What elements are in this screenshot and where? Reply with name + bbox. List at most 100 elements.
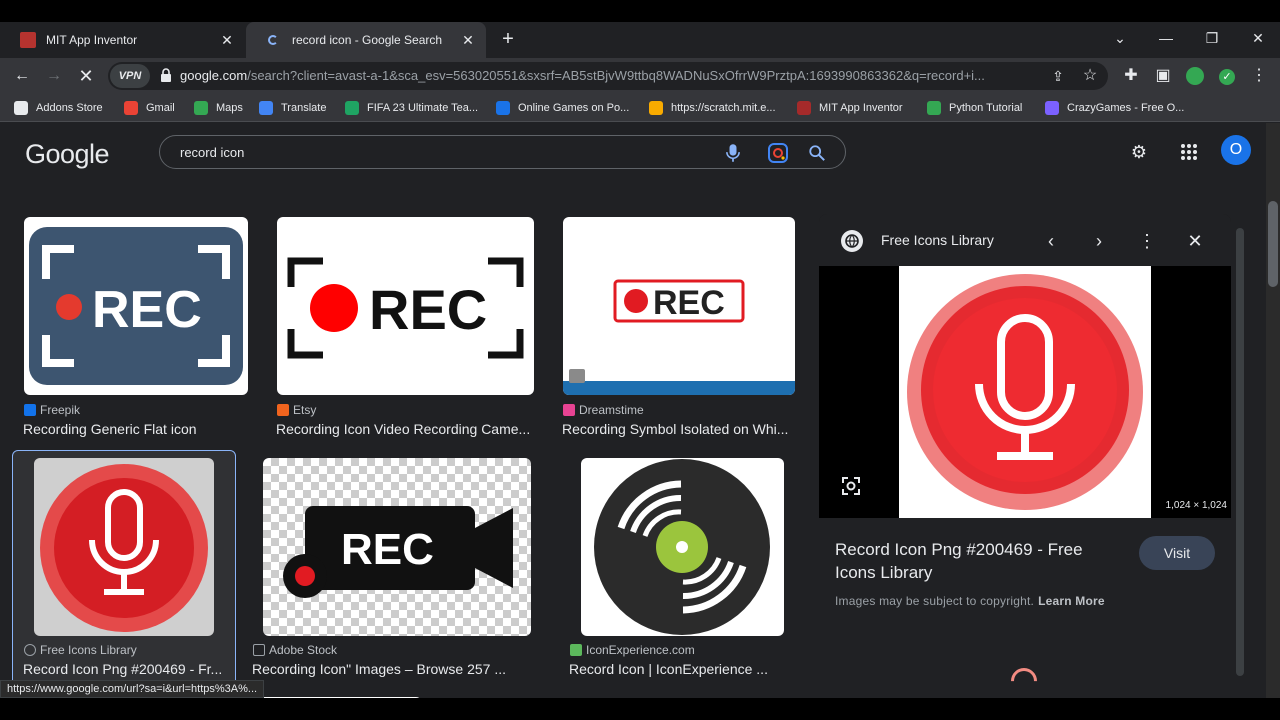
side-panel-icon[interactable]: ▣ (1151, 64, 1175, 88)
close-icon[interactable]: ✕ (1184, 230, 1206, 252)
result-title[interactable]: Record Icon | IconExperience ... (569, 661, 781, 677)
search-query: record icon (180, 145, 245, 160)
rec-text: REC (92, 281, 202, 339)
chevron-right-icon[interactable]: › (1088, 230, 1110, 252)
result-thumbnail[interactable]: REC (263, 458, 531, 636)
share-icon[interactable]: ⇪ (1046, 64, 1070, 88)
bookmark-label: Online Games on Po... (518, 102, 630, 114)
vpn-badge[interactable]: VPN (110, 64, 150, 88)
forward-button[interactable]: → (42, 64, 66, 88)
result-thumbnail[interactable]: REC (563, 217, 795, 395)
bookmark-label: Addons Store (36, 102, 103, 114)
bookmark-item[interactable]: CrazyGames - Free O... (1045, 99, 1184, 117)
adobe-stock-icon (253, 644, 265, 656)
result-thumbnail[interactable] (581, 458, 784, 636)
lock-icon[interactable] (160, 68, 172, 82)
preview-image[interactable] (899, 266, 1151, 518)
bookmark-item[interactable]: Maps (194, 99, 243, 117)
result-thumbnail[interactable]: REC (24, 217, 248, 395)
menu-icon[interactable]: ⋮ (1247, 64, 1271, 88)
bookmark-item[interactable]: Online Games on Po... (496, 99, 629, 117)
new-tab-button[interactable]: + (496, 28, 520, 52)
bookmark-label: CrazyGames - Free O... (1067, 102, 1185, 114)
bookmark-item[interactable]: Python Tutorial (927, 99, 1022, 117)
result-title[interactable]: Recording Icon" Images – Browse 257 ... (252, 661, 532, 677)
bookmark-item[interactable]: https://scratch.mit.e... (649, 99, 776, 117)
minimize-button[interactable]: — (1143, 22, 1189, 54)
loading-icon (268, 35, 278, 45)
bookmark-label: Gmail (146, 102, 175, 114)
mit-app-inventor-icon (20, 32, 36, 48)
gear-icon[interactable]: ⚙ (1128, 141, 1150, 163)
result-source[interactable]: IconExperience.com (570, 643, 695, 657)
rec-text: REC (369, 278, 487, 341)
result-thumbnail[interactable]: REC (277, 217, 534, 395)
address-bar[interactable]: VPN google.com/search?client=avast-a-1&s… (108, 62, 1108, 90)
bookmark-label: MIT App Inventor (819, 102, 903, 114)
result-thumbnail[interactable] (34, 458, 214, 636)
lens-icon[interactable] (768, 143, 788, 163)
lens-search-icon[interactable] (841, 476, 861, 496)
result-source[interactable]: Adobe Stock (253, 643, 337, 657)
search-icon[interactable] (808, 144, 826, 162)
search-input[interactable]: record icon (159, 135, 846, 169)
result-title[interactable]: Recording Symbol Isolated on Whi... (562, 421, 797, 437)
bookmark-item[interactable]: Translate (259, 99, 326, 117)
panel-title[interactable]: Record Icon Png #200469 - Free Icons Lib… (835, 538, 1125, 584)
bookmark-favicon-icon (345, 101, 359, 115)
profile-icon[interactable] (1183, 64, 1207, 88)
account-avatar[interactable]: O (1221, 135, 1251, 165)
bookmark-favicon-icon (194, 101, 208, 115)
panel-scrollbar[interactable] (1234, 214, 1246, 698)
bookmark-item[interactable]: MIT App Inventor (797, 99, 903, 117)
panel-details: Record Icon Png #200469 - Free Icons Lib… (819, 518, 1231, 698)
bookmark-item[interactable]: Gmail (124, 99, 175, 117)
freepik-icon (24, 404, 36, 416)
browser-window: MIT App Inventor ✕ record icon - Google … (0, 22, 1280, 698)
bookmark-label: https://scratch.mit.e... (671, 102, 776, 114)
result-source[interactable]: Dreamstime (563, 403, 644, 417)
stop-button[interactable]: ✕ (74, 64, 98, 88)
result-title[interactable]: Recording Icon Video Recording Came... (276, 421, 536, 437)
result-source[interactable]: Etsy (277, 403, 316, 417)
avast-extension-icon[interactable]: ✓ (1215, 64, 1239, 88)
chevron-left-icon[interactable]: ‹ (1040, 230, 1062, 252)
panel-source-name[interactable]: Free Icons Library (881, 232, 994, 248)
result-title[interactable]: Recording Generic Flat icon (23, 421, 248, 437)
url-text[interactable]: google.com/search?client=avast-a-1&sca_e… (180, 68, 1040, 83)
toolbar: ← → ✕ VPN google.com/search?client=avast… (0, 58, 1280, 94)
restore-button[interactable]: ❐ (1189, 22, 1235, 54)
bookmark-label: Translate (281, 102, 327, 114)
bookmark-favicon-icon (124, 101, 138, 115)
extensions-icon[interactable]: ✚ (1119, 64, 1143, 88)
close-icon[interactable]: ✕ (219, 32, 235, 48)
loading-spinner (1005, 662, 1043, 698)
tab-mit-app-inventor[interactable]: MIT App Inventor ✕ (0, 22, 245, 58)
google-logo[interactable]: Google (25, 139, 110, 170)
image-preview-panel: Free Icons Library ‹ › ⋮ ✕ 1,024 × 1,024… (819, 214, 1231, 698)
mic-icon[interactable] (726, 144, 740, 162)
apps-grid-icon[interactable] (1178, 141, 1200, 163)
result-source[interactable]: Freepik (24, 403, 80, 417)
rec-text: REC (341, 525, 434, 574)
result-source[interactable]: Free Icons Library (24, 643, 137, 657)
result-title[interactable]: Record Icon Png #200469 - Fr... (23, 661, 227, 677)
visit-button[interactable]: Visit (1139, 536, 1215, 570)
back-button[interactable]: ← (10, 64, 34, 88)
page-scrollbar[interactable] (1266, 123, 1280, 698)
close-icon[interactable]: ✕ (460, 32, 476, 48)
bookmark-label: FIFA 23 Ultimate Tea... (367, 102, 479, 114)
bookmark-label: Maps (216, 102, 243, 114)
tab-google-search[interactable]: record icon - Google Search ✕ (246, 22, 486, 58)
bookmark-item[interactable]: Addons Store (14, 99, 103, 117)
image-dimensions: 1,024 × 1,024 (1165, 500, 1227, 511)
bookmark-favicon-icon (649, 101, 663, 115)
more-options-icon[interactable]: ⋮ (1136, 230, 1158, 252)
tab-search-button[interactable]: ⌄ (1097, 22, 1143, 54)
bookmark-item[interactable]: FIFA 23 Ultimate Tea... (345, 99, 478, 117)
dreamstime-icon (563, 404, 575, 416)
star-icon[interactable]: ☆ (1078, 64, 1102, 88)
learn-more-link[interactable]: Learn More (1038, 594, 1105, 608)
window-close-button[interactable]: ✕ (1235, 22, 1280, 54)
search-page: Google record icon ⚙ O REC Freepik Recor… (0, 123, 1266, 698)
